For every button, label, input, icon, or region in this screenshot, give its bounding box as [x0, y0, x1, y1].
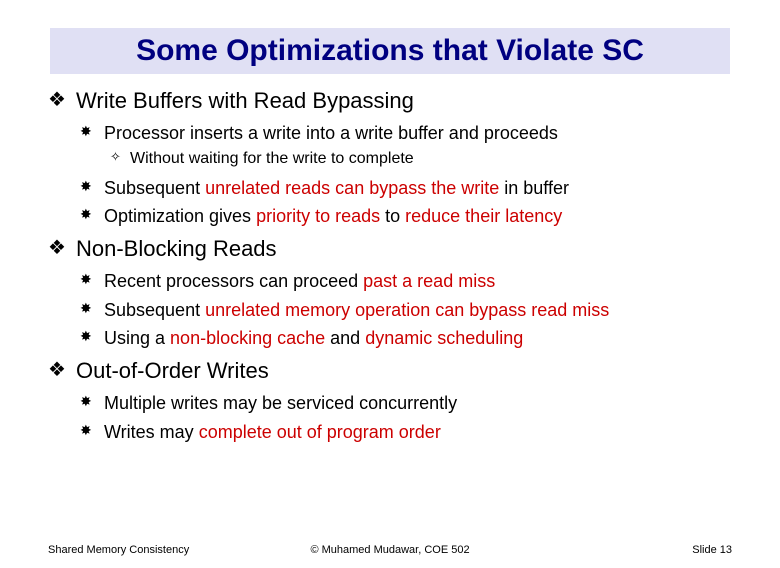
text-run: Subsequent	[104, 300, 205, 320]
bullet-l1: Write Buffers with Read Bypassing Process…	[48, 84, 732, 232]
text-run: complete out of program order	[199, 422, 441, 442]
text-run: reduce their latency	[405, 206, 562, 226]
bullet-l2: Subsequent unrelated memory operation ca…	[76, 295, 732, 324]
section-heading: Write Buffers with Read Bypassing	[76, 88, 414, 113]
bullet-list-level1: Write Buffers with Read Bypassing Process…	[48, 84, 732, 447]
text-run: Using a	[104, 328, 170, 348]
text-run: in buffer	[499, 178, 569, 198]
text-run: Without waiting for the write to complet…	[130, 150, 414, 167]
text-run: Multiple writes may be serviced concurre…	[104, 393, 457, 413]
text-run: and	[325, 328, 365, 348]
bullet-l2: Writes may complete out of program order	[76, 417, 732, 446]
footer-right: Slide 13	[692, 544, 732, 556]
bullet-l2: Processor inserts a write into a write b…	[76, 118, 732, 173]
slide-content: Write Buffers with Read Bypassing Process…	[0, 84, 780, 447]
bullet-l2: Multiple writes may be serviced concurre…	[76, 388, 732, 417]
bullet-l2: Optimization gives priority to reads to …	[76, 201, 732, 230]
footer-center: © Muhamed Mudawar, COE 502	[310, 544, 469, 556]
bullet-l2: Using a non-blocking cache and dynamic s…	[76, 323, 732, 352]
bullet-list-level2: Recent processors can proceed past a rea…	[76, 266, 732, 352]
slide-title: Some Optimizations that Violate SC	[58, 34, 722, 68]
footer-left: Shared Memory Consistency	[48, 544, 189, 556]
text-run: dynamic scheduling	[365, 328, 523, 348]
bullet-l2: Subsequent unrelated reads can bypass th…	[76, 173, 732, 202]
bullet-l1: Out-of-Order Writes Multiple writes may b…	[48, 354, 732, 447]
text-run: unrelated memory operation can bypass re…	[205, 300, 609, 320]
text-run: Processor inserts a write into a write b…	[104, 123, 558, 143]
text-run: Recent processors can proceed	[104, 271, 363, 291]
section-heading: Non-Blocking Reads	[76, 236, 277, 261]
bullet-list-level2: Multiple writes may be serviced concurre…	[76, 388, 732, 445]
bullet-l3: Without waiting for the write to complet…	[104, 147, 732, 171]
bullet-l2: Recent processors can proceed past a rea…	[76, 266, 732, 295]
text-run: Writes may	[104, 422, 199, 442]
text-run: priority to reads	[256, 206, 380, 226]
text-run: unrelated reads can bypass the write	[205, 178, 499, 198]
text-run: past a read miss	[363, 271, 495, 291]
bullet-l1: Non-Blocking Reads Recent processors can …	[48, 232, 732, 354]
text-run: Subsequent	[104, 178, 205, 198]
bullet-list-level3: Without waiting for the write to complet…	[104, 147, 732, 171]
text-run: to	[380, 206, 405, 226]
text-run: non-blocking cache	[170, 328, 325, 348]
slide-footer: Shared Memory Consistency © Muhamed Muda…	[0, 544, 780, 556]
section-heading: Out-of-Order Writes	[76, 358, 269, 383]
slide-title-bar: Some Optimizations that Violate SC	[50, 28, 730, 74]
text-run: Optimization gives	[104, 206, 256, 226]
bullet-list-level2: Processor inserts a write into a write b…	[76, 118, 732, 230]
